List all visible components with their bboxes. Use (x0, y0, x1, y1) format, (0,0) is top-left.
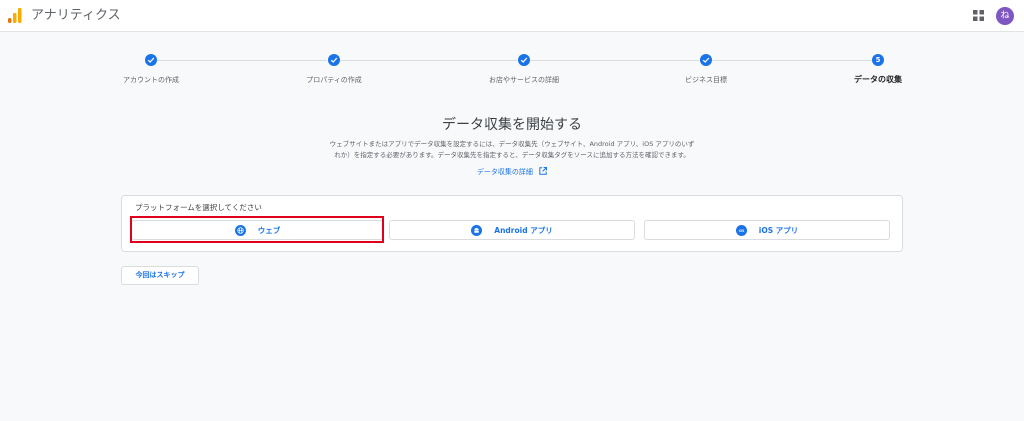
check-icon (520, 57, 528, 63)
globe-icon (234, 224, 246, 236)
step-connector (530, 60, 700, 61)
description-line: れか）を指定する必要があります。データ収集先を指定すると、データ収集タグをソース… (334, 151, 690, 159)
skip-button[interactable]: 今回はスキップ (121, 266, 199, 285)
ios-icon: iOS (735, 224, 747, 236)
data-collection-details-link[interactable]: データ収集の詳細 (0, 167, 1024, 177)
app-title: アナリティクス (31, 8, 121, 23)
step-connector (340, 60, 517, 61)
check-icon (147, 57, 155, 63)
account-avatar[interactable]: ね (996, 7, 1014, 25)
setup-stepper: 5 アカウントの作成 プロパティの作成 お店やサービスの詳細 ビジネス目標 デー… (0, 50, 1024, 90)
step-2-done-indicator (328, 54, 340, 66)
step-label-business-goals: ビジネス目標 (685, 76, 727, 84)
apps-grid-icon[interactable] (973, 10, 984, 21)
analytics-logo-icon (8, 8, 22, 23)
step-number: 5 (875, 56, 881, 64)
page-description: ウェブサイトまたはアプリでデータ収集を設定するには、データ収集先（ウェブサイト、… (280, 139, 744, 161)
details-link-label: データ収集の詳細 (476, 168, 533, 176)
step-label-account: アカウントの作成 (123, 76, 179, 84)
card-title: プラットフォームを選択してください (135, 203, 262, 212)
description-line: ウェブサイトまたはアプリでデータ収集を設定するには、データ収集先（ウェブサイト、… (329, 140, 695, 148)
step-3-done-indicator (518, 54, 530, 66)
page-title: データ収集を開始する (442, 117, 582, 133)
step-4-done-indicator (700, 54, 712, 66)
step-5-current-indicator: 5 (872, 54, 884, 66)
step-connector (712, 60, 872, 61)
web-platform-label: ウェブ (257, 225, 281, 235)
open-in-new-icon (539, 167, 548, 175)
step-connector (157, 60, 327, 61)
svg-text:iOS: iOS (739, 228, 744, 232)
web-platform-button[interactable]: ウェブ (131, 220, 384, 240)
step-label-property: プロパティの作成 (306, 76, 362, 84)
step-label-data-collection: データの収集 (854, 75, 902, 84)
top-app-bar: アナリティクス ね (0, 0, 1024, 32)
android-icon (471, 224, 483, 236)
platform-selection-card: プラットフォームを選択してください ウェブ Android アプリ iOS iO… (121, 195, 903, 252)
android-platform-label: Android アプリ (494, 225, 553, 235)
step-label-business-details: お店やサービスの詳細 (489, 76, 559, 84)
android-platform-button[interactable]: Android アプリ (389, 220, 635, 240)
ios-platform-button[interactable]: iOS iOS アプリ (644, 220, 890, 240)
ios-platform-label: iOS アプリ (758, 225, 799, 235)
check-icon (330, 57, 338, 63)
step-1-done-indicator (145, 54, 157, 66)
check-icon (702, 57, 710, 63)
